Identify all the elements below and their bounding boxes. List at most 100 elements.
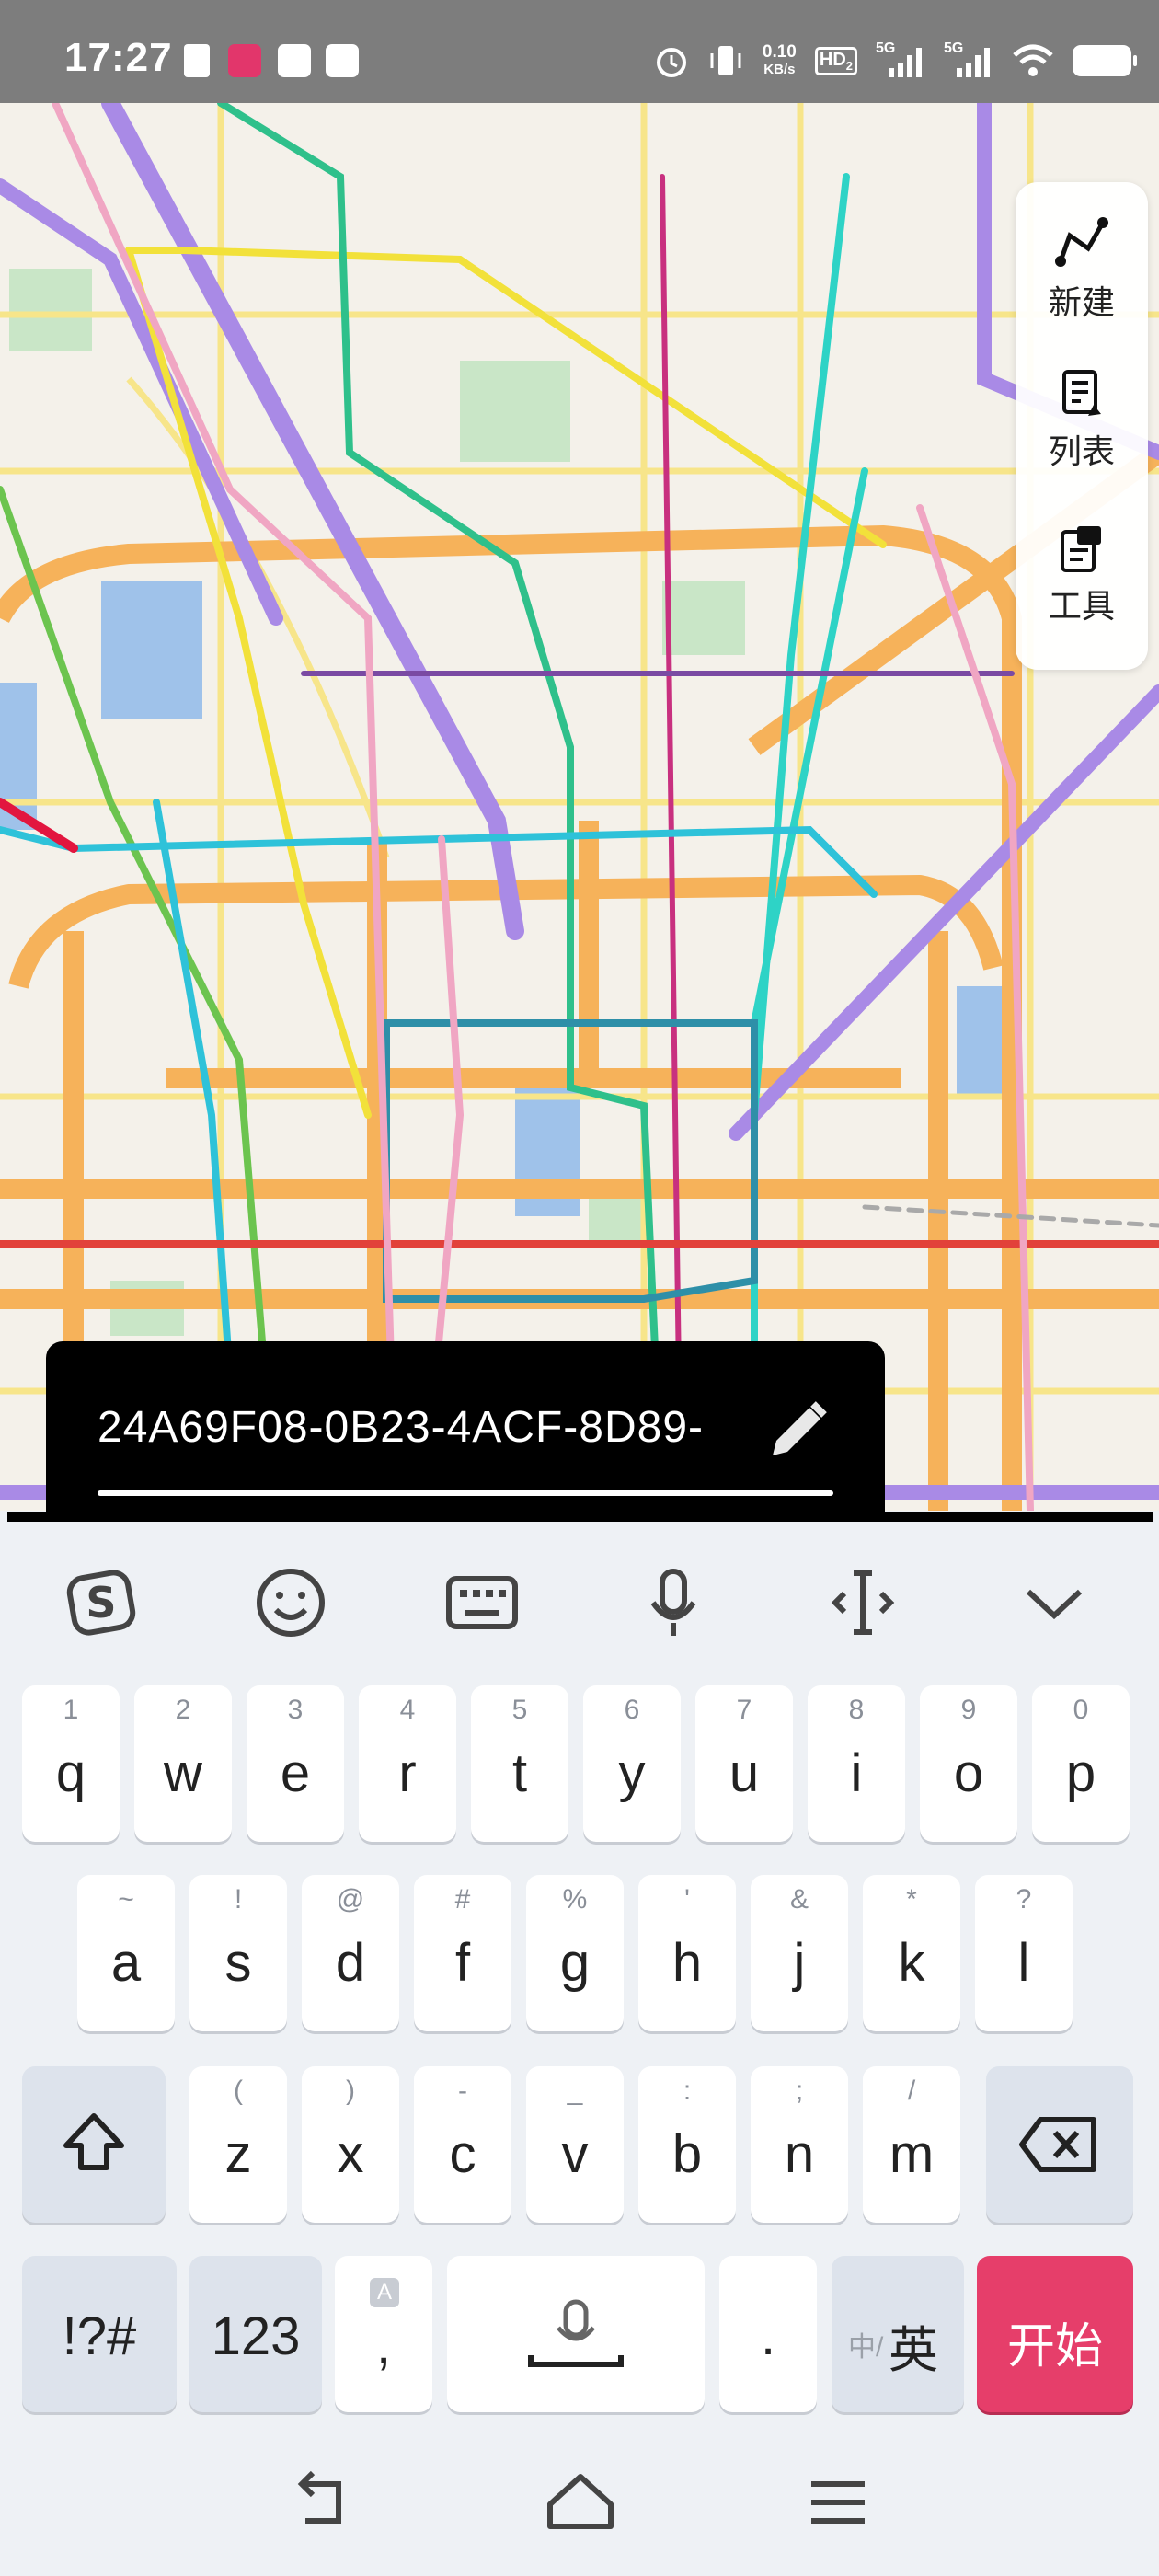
- key-w[interactable]: 2w: [134, 1685, 232, 1842]
- numbers-key[interactable]: 123: [189, 2256, 322, 2412]
- cursor-move-icon[interactable]: [817, 1557, 909, 1649]
- key-y[interactable]: 6y: [583, 1685, 681, 1842]
- edit-pencil-icon[interactable]: [760, 1395, 833, 1468]
- key-sub-label: 4: [399, 1695, 416, 1725]
- key-main-label: s: [224, 1933, 252, 1993]
- route-icon: [1055, 217, 1108, 267]
- key-d[interactable]: @ d: [302, 1875, 399, 2031]
- comma-key[interactable]: A ,: [335, 2256, 432, 2412]
- emoji-icon[interactable]: [245, 1557, 337, 1649]
- key-o[interactable]: 9o: [920, 1685, 1017, 1842]
- space-key[interactable]: [447, 2256, 705, 2412]
- key-main-label: t: [511, 1743, 528, 1803]
- key-sub-label: !: [234, 1884, 243, 1915]
- key-j[interactable]: & j: [751, 1875, 848, 2031]
- list-icon: [1062, 370, 1101, 416]
- key-f[interactable]: # f: [414, 1875, 511, 2031]
- key-m[interactable]: / m: [863, 2066, 960, 2223]
- key-v[interactable]: _ v: [526, 2066, 624, 2223]
- key-main-label: r: [398, 1743, 417, 1803]
- key-l[interactable]: ? l: [975, 1875, 1073, 2031]
- start-key[interactable]: 开始: [977, 2256, 1133, 2412]
- alarm-icon: [656, 48, 686, 77]
- key-main-label: h: [671, 1933, 703, 1993]
- key-x[interactable]: ) x: [302, 2066, 399, 2223]
- language-switch-key[interactable]: 中/ 英: [832, 2256, 964, 2412]
- key-sub-label: /: [907, 2076, 916, 2106]
- route-id-input[interactable]: 24A69F08-0B23-4ACF-8D89-: [98, 1402, 760, 1453]
- status-right: 0.10 KB/s HD2 5G 5G: [654, 33, 1137, 88]
- key-main-label: b: [671, 2124, 703, 2184]
- key-t[interactable]: 5t: [471, 1685, 568, 1842]
- key-z[interactable]: (z: [189, 2066, 287, 2223]
- battery-icon: [1073, 45, 1137, 76]
- key-main-label: c: [449, 2124, 476, 2184]
- key-main-label: p: [1065, 1743, 1096, 1803]
- key-sub-label: 9: [960, 1695, 977, 1725]
- key-h[interactable]: ' h: [638, 1875, 736, 2031]
- key-sub-label: (: [234, 2076, 243, 2106]
- key-c[interactable]: -c: [414, 2066, 511, 2223]
- status-time: 17:27: [64, 35, 173, 80]
- key-n[interactable]: ; n: [751, 2066, 848, 2223]
- key-sub-label: ': [684, 1884, 690, 1915]
- key-main-label: w: [164, 1743, 202, 1803]
- list-button[interactable]: 列表: [1016, 355, 1148, 493]
- key-main-label: o: [953, 1743, 984, 1803]
- key-main-label: f: [454, 1933, 471, 1993]
- key-main-label: u: [729, 1743, 760, 1803]
- key-r[interactable]: 4r: [359, 1685, 456, 1842]
- key-k[interactable]: * k: [863, 1875, 960, 2031]
- key-main-label: z: [224, 2124, 252, 2184]
- sogou-logo-icon[interactable]: S: [55, 1557, 147, 1649]
- key-p[interactable]: 0p: [1032, 1685, 1130, 1842]
- delete-key[interactable]: [986, 2066, 1133, 2223]
- shift-key[interactable]: [22, 2066, 166, 2223]
- signal-1: 5G: [876, 40, 925, 79]
- key-main-label: v: [561, 2124, 589, 2184]
- key-i[interactable]: 8i: [808, 1685, 905, 1842]
- key-sub-label: ?: [1016, 1884, 1032, 1915]
- app-notification-icon: [228, 44, 261, 77]
- key-e[interactable]: 3e: [247, 1685, 344, 1842]
- input-underline: [98, 1490, 833, 1496]
- toolbox-icon: [1061, 526, 1101, 572]
- key-sub-label: %: [562, 1884, 588, 1915]
- home-nav-icon[interactable]: [539, 2466, 622, 2539]
- map-canvas: [0, 103, 1159, 1511]
- key-q[interactable]: 1q: [22, 1685, 120, 1842]
- key-b[interactable]: :b: [638, 2066, 736, 2223]
- soft-keyboard: S 1q2w3e4r5t6y7u8i9o0p ~ a! s @ d # f% g ' h & j * k?…: [0, 1522, 1159, 2576]
- lang-small-label: 中/: [848, 2332, 884, 2363]
- tools-label: 工具: [1048, 587, 1115, 625]
- key-s[interactable]: ! s: [189, 1875, 287, 2031]
- key-sub-label: 3: [287, 1695, 304, 1725]
- key-main-label: m: [889, 2124, 935, 2184]
- key-sub-label: @: [336, 1884, 365, 1915]
- key-g[interactable]: % g: [526, 1875, 624, 2031]
- key-main-label: q: [55, 1743, 86, 1803]
- symbols-key[interactable]: !?#: [22, 2256, 177, 2412]
- tools-button[interactable]: 工具: [1016, 510, 1148, 648]
- map-view[interactable]: [0, 103, 1159, 1511]
- new-route-button[interactable]: 新建: [1016, 201, 1148, 339]
- key-sub-label: :: [683, 2076, 692, 2106]
- period-key[interactable]: .: [719, 2256, 817, 2412]
- key-sub-label: 2: [175, 1695, 191, 1725]
- key-sub-label: ;: [795, 2076, 804, 2106]
- key-u[interactable]: 7u: [695, 1685, 793, 1842]
- key-main-label: l: [1017, 1933, 1030, 1993]
- space-mic-icon: [528, 2299, 624, 2367]
- menu-nav-icon[interactable]: [797, 2466, 879, 2539]
- key-a[interactable]: ~ a: [77, 1875, 175, 2031]
- key-sub-label: 0: [1073, 1695, 1089, 1725]
- key-sub-label: &: [789, 1884, 809, 1915]
- key-main-label: g: [559, 1933, 591, 1993]
- collapse-keyboard-icon[interactable]: [1008, 1557, 1100, 1649]
- back-nav-icon[interactable]: [281, 2466, 364, 2539]
- key-sub-label: 6: [624, 1695, 640, 1725]
- wifi-icon: [1013, 44, 1053, 76]
- clipboard-icon: [184, 44, 210, 77]
- keyboard-icon[interactable]: [436, 1557, 528, 1649]
- microphone-icon[interactable]: [627, 1557, 719, 1649]
